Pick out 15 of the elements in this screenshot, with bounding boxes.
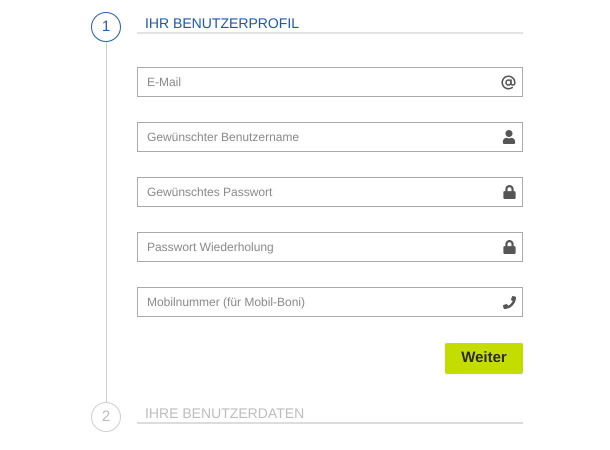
step-number: 2 — [91, 402, 121, 432]
lock-icon — [503, 185, 516, 199]
input-field[interactable]: Mobilnummer (für Mobil-Boni) — [137, 287, 523, 317]
input-field[interactable]: E-Mail — [137, 67, 523, 97]
section-title: IHRE BENUTZERDATEN — [137, 402, 523, 424]
input-field[interactable]: Gewünschtes Passwort — [137, 177, 523, 207]
at-sign-icon — [501, 74, 516, 90]
person-icon — [502, 130, 516, 144]
step-number: 1 — [91, 12, 121, 42]
section-title: IHR BENUTZERPROFIL — [137, 12, 523, 34]
input-field[interactable]: Gewünschter Benutzername — [137, 122, 523, 152]
lock-icon — [503, 240, 516, 254]
next-button[interactable]: Weiter — [445, 343, 523, 373]
input-field[interactable]: Passwort Wiederholung — [137, 232, 523, 262]
phone-icon — [503, 296, 516, 308]
